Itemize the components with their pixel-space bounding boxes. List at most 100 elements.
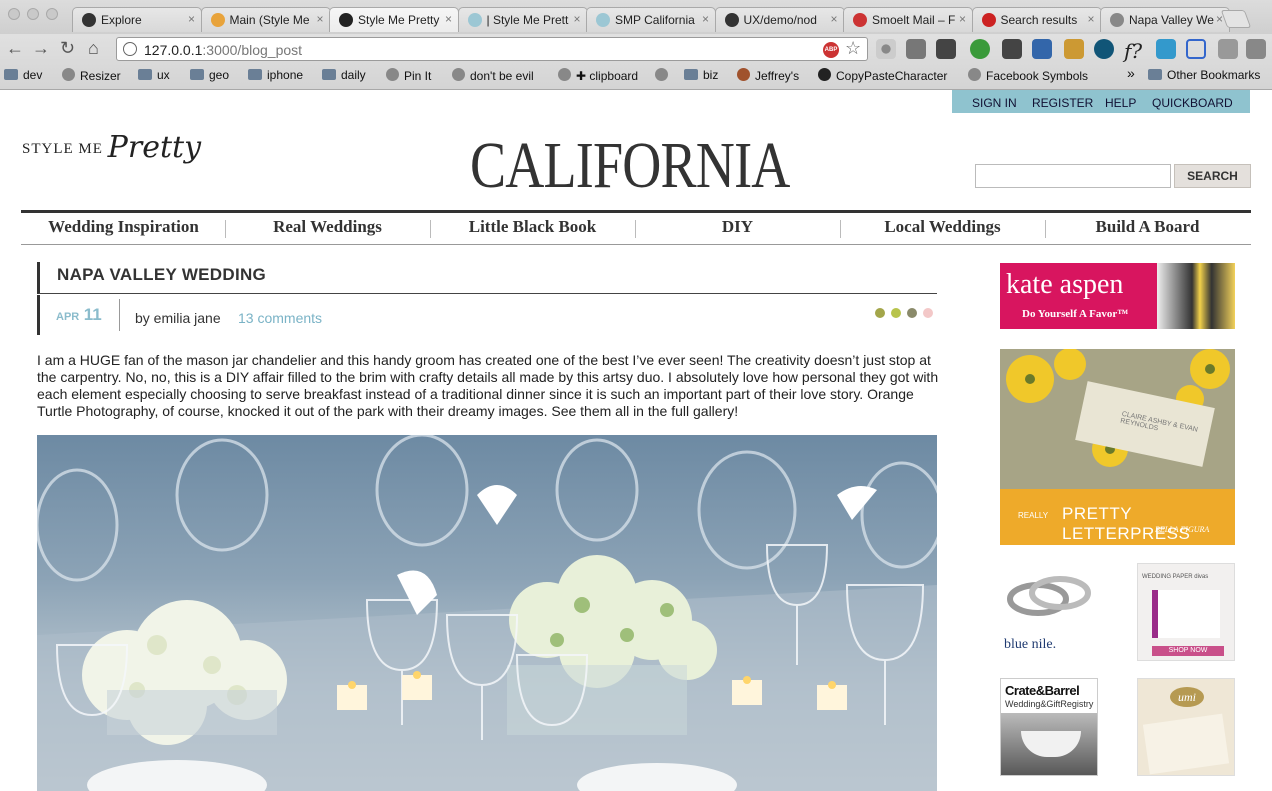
more-bookmarks-chevron[interactable]: » — [1127, 65, 1135, 81]
tab-close-icon[interactable]: × — [445, 12, 452, 26]
nav-local-weddings[interactable]: Local Weddings — [840, 217, 1045, 237]
browser-tab[interactable]: Napa Valley We × — [1100, 7, 1230, 32]
bookmark-item[interactable]: daily — [322, 68, 366, 82]
reload-icon[interactable]: ↻ — [60, 38, 75, 59]
site-logo[interactable]: STYLE ME Pretty — [22, 130, 201, 165]
umi-ad[interactable]: umi — [1137, 678, 1235, 776]
bookmark-item[interactable]: ux — [138, 68, 170, 82]
tab-label: Explore — [101, 13, 142, 27]
wedding-paper-divas-ad[interactable]: WEDDING PAPER divas SHOP NOW — [1137, 563, 1235, 661]
bookmark-item[interactable]: Resizer — [62, 68, 121, 83]
wedding-table-photo[interactable] — [37, 435, 937, 791]
bookmark-item[interactable]: ✚ clipboard — [558, 68, 638, 83]
kate-aspen-ad[interactable]: kate aspen Do Yourself A Favor™ — [1000, 263, 1235, 329]
tab-label: Style Me Pretty — [358, 13, 440, 27]
crate-barrel-ad[interactable]: Crate&Barrel Wedding&GiftRegistry — [1000, 678, 1098, 776]
tab-label: Napa Valley We — [1129, 13, 1214, 27]
bookmark-item[interactable]: iphone — [248, 68, 303, 82]
search-input[interactable] — [975, 164, 1171, 188]
adblock-icon[interactable]: ABP — [823, 42, 839, 58]
globe-icon — [968, 68, 981, 81]
bird-extension-icon[interactable] — [1156, 39, 1176, 59]
account-nav: SIGN IN REGISTER HELP QUICKBOARD — [952, 90, 1250, 113]
tab-close-icon[interactable]: × — [830, 12, 837, 26]
bookmark-item[interactable]: Facebook Symbols — [968, 68, 1088, 83]
umi-logo: umi — [1170, 687, 1204, 707]
post-title[interactable]: NAPA VALLEY WEDDING — [57, 265, 266, 285]
browser-tab[interactable]: UX/demo/nod × — [714, 7, 845, 32]
bookmark-label: dev — [23, 68, 43, 82]
post-date: APR 11 — [56, 305, 102, 324]
tab-close-icon[interactable]: × — [702, 12, 709, 26]
bookmark-item[interactable] — [655, 68, 673, 83]
new-tab-button[interactable] — [1220, 10, 1252, 28]
address-bar[interactable]: 127.0.0.1:3000/blog_post ABP ☆ — [116, 37, 868, 61]
bookmark-item[interactable]: Pin It — [386, 68, 431, 83]
tab-close-icon[interactable]: × — [1087, 12, 1094, 26]
forward-arrow-icon[interactable]: → — [32, 38, 50, 59]
globe-extension-icon[interactable] — [1094, 39, 1114, 59]
bookmark-item[interactable]: Jeffrey's — [737, 68, 799, 83]
bookmark-label: iphone — [267, 68, 304, 82]
bug-extension-icon[interactable] — [906, 39, 926, 59]
search-button[interactable]: SEARCH — [1174, 164, 1251, 188]
kate-aspen-tagline: Do Yourself A Favor™ — [1022, 308, 1129, 320]
tab-favicon-icon — [724, 13, 739, 27]
other-bookmarks-folder[interactable]: Other Bookmarks — [1148, 68, 1260, 82]
browser-tab[interactable]: Style Me Pretty × — [329, 7, 459, 32]
nav-diy[interactable]: DIY — [635, 217, 840, 237]
post-author: by emilia jane — [135, 310, 221, 326]
bookmark-label: Pin It — [404, 69, 432, 83]
tab-close-icon[interactable]: × — [959, 12, 966, 26]
bookmark-item[interactable]: dev — [4, 68, 42, 82]
clip-extension-icon[interactable] — [1002, 39, 1022, 59]
quickboard-link[interactable]: QUICKBOARD — [1152, 96, 1233, 110]
browser-tab[interactable]: Search results × — [971, 7, 1102, 32]
browser-tab[interactable]: Smoelt Mail – F × — [843, 7, 973, 32]
wpd-shop-now: SHOP NOW — [1152, 646, 1224, 656]
tab-favicon-icon — [596, 13, 610, 27]
sign-in-link[interactable]: SIGN IN — [972, 96, 1017, 110]
blue-nile-ad[interactable]: blue nile. — [1000, 563, 1098, 661]
bookmark-star-icon[interactable]: ☆ — [845, 38, 861, 59]
tab-close-icon[interactable]: × — [188, 12, 195, 26]
pen-extension-icon[interactable] — [1032, 39, 1052, 59]
tab-close-icon[interactable]: × — [573, 12, 580, 26]
bookmark-item[interactable]: geo — [190, 68, 229, 82]
minimize-window-button[interactable] — [27, 8, 39, 20]
browser-tab[interactable]: | Style Me Prett × — [457, 7, 588, 32]
tab-label: UX/demo/nod — [743, 13, 817, 27]
tab-favicon-icon — [210, 13, 225, 27]
refresh-extension-icon[interactable] — [970, 39, 990, 59]
zoom-window-button[interactable] — [46, 8, 58, 20]
evernote-extension-icon[interactable] — [936, 39, 956, 59]
comments-link[interactable]: 13 comments — [238, 310, 322, 326]
bookmark-item[interactable]: CopyPasteCharacter — [818, 68, 947, 83]
close-window-button[interactable] — [8, 8, 20, 20]
ruler-extension-icon[interactable] — [1064, 39, 1084, 59]
resize-extension-icon[interactable] — [1186, 39, 1206, 59]
tab-favicon-icon — [467, 13, 482, 27]
function-extension-icon[interactable]: f? — [1124, 39, 1144, 63]
help-link[interactable]: HELP — [1105, 96, 1136, 110]
address-url[interactable]: 127.0.0.1:3000/blog_post — [144, 42, 302, 58]
browser-tab[interactable]: Explore × — [72, 7, 202, 32]
nav-build-a-board[interactable]: Build A Board — [1045, 217, 1250, 237]
browser-tab[interactable]: SMP California × — [586, 7, 716, 32]
post-meta: APR 11 by emilia jane 13 comments — [37, 295, 937, 335]
pretty-letterpress-ad[interactable]: CLAIRE ASHBY & EVAN REYNOLDS REALLY PRET… — [1000, 349, 1235, 545]
tools-extension-icon[interactable] — [1218, 39, 1238, 59]
browser-tab[interactable]: Main (Style Me × — [200, 7, 331, 32]
bookmark-item[interactable]: biz — [684, 68, 718, 82]
register-link[interactable]: REGISTER — [1032, 96, 1093, 110]
bookmark-item[interactable]: don't be evil — [452, 68, 534, 83]
gear-extension-icon[interactable] — [876, 39, 896, 59]
back-arrow-icon[interactable]: ← — [6, 38, 24, 59]
nav-wedding-inspiration[interactable]: Wedding Inspiration — [21, 217, 226, 237]
tab-label: SMP California — [615, 13, 695, 27]
wrench-menu-icon[interactable] — [1246, 39, 1266, 59]
nav-little-black-book[interactable]: Little Black Book — [430, 217, 635, 237]
nav-real-weddings[interactable]: Real Weddings — [225, 217, 430, 237]
home-icon[interactable]: ⌂ — [88, 38, 99, 59]
tab-close-icon[interactable]: × — [316, 12, 323, 26]
